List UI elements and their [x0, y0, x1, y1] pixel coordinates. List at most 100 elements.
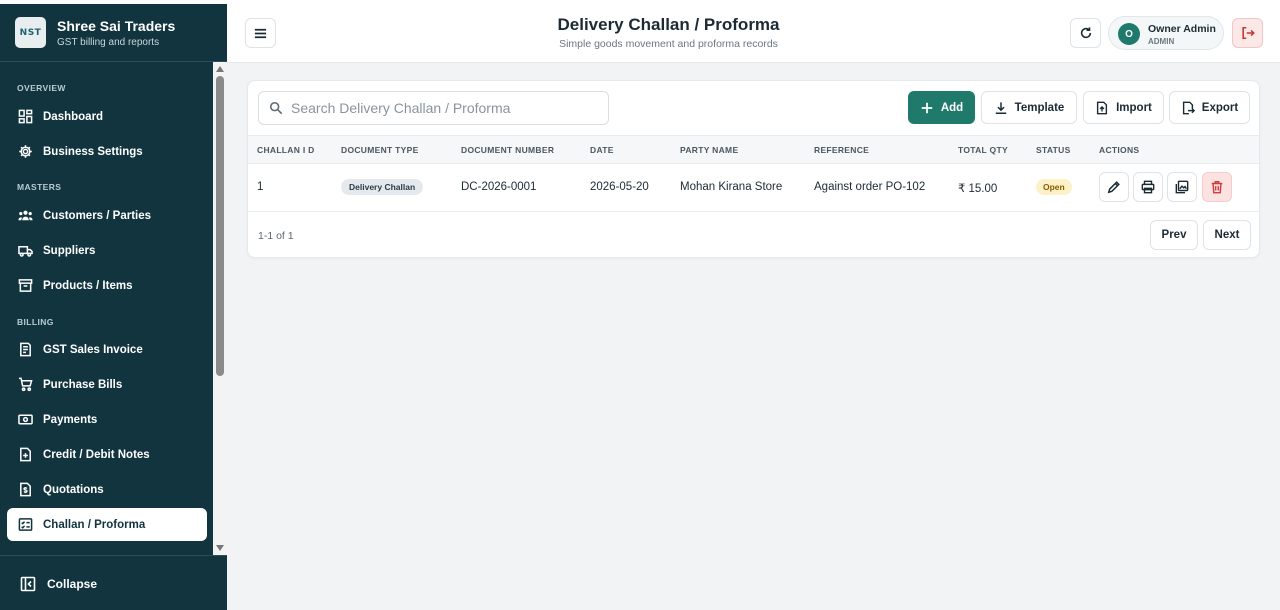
sidebar-item-label: Challan / Proforma [43, 518, 146, 531]
trash-icon [1211, 181, 1223, 194]
sidebar-item-purchase-bills[interactable]: Purchase Bills [7, 368, 207, 401]
checklist-icon [17, 517, 33, 533]
collapse-label: Collapse [47, 577, 98, 591]
search-icon [269, 101, 283, 115]
brand-name: Shree Sai Traders [57, 18, 176, 34]
table-header: CHALLAN I D DOCUMENT TYPE DOCUMENT NUMBE… [248, 135, 1259, 164]
invoice-icon [17, 342, 33, 358]
sidebar-item-customers[interactable]: Customers / Parties [7, 199, 207, 232]
sidebar-collapse-icon [20, 576, 36, 592]
avatar: O [1118, 23, 1140, 45]
cell-total-qty: ₹ 15.00 [958, 183, 998, 195]
sidebar-item-dashboard[interactable]: Dashboard [7, 100, 207, 133]
cart-icon [17, 377, 33, 393]
sidebar-item-label: Dashboard [43, 110, 104, 123]
cell-party-name: Mohan Kirana Store [680, 181, 783, 193]
sidebar-item-label: Payments [43, 413, 98, 426]
prev-page-button[interactable]: Prev [1150, 220, 1198, 250]
search-box[interactable] [258, 91, 609, 125]
sidebar-item-label: Customers / Parties [43, 209, 152, 222]
add-button[interactable]: Add [908, 91, 975, 124]
sidebar-item-challan-proforma[interactable]: Challan / Proforma [7, 508, 207, 541]
sidebar-item-products[interactable]: Products / Items [7, 269, 207, 302]
scroll-up-arrow-icon[interactable] [216, 66, 224, 72]
copy-button[interactable] [1167, 172, 1197, 202]
search-input[interactable] [291, 100, 591, 116]
edit-button[interactable] [1099, 172, 1129, 202]
truck-icon [17, 243, 33, 259]
sidebar-item-label: GST Sales Invoice [43, 343, 143, 356]
cash-icon [17, 412, 33, 428]
brand: NST Shree Sai Traders GST billing and re… [0, 0, 227, 62]
sidebar-scrollbar[interactable] [213, 62, 227, 555]
logout-button[interactable] [1232, 18, 1263, 48]
pencil-icon [1107, 181, 1120, 194]
template-button[interactable]: Template [981, 91, 1077, 124]
sidebar-item-credit-debit-notes[interactable]: Credit / Debit Notes [7, 438, 207, 471]
col-reference[interactable]: REFERENCE [814, 145, 869, 155]
brand-logo-text: NST [19, 27, 42, 38]
collapse-area: Collapse [0, 555, 227, 610]
sidebar-item-label: Suppliers [43, 244, 96, 257]
sidebar-item-suppliers[interactable]: Suppliers [7, 234, 207, 267]
archive-box-icon [17, 278, 33, 294]
brand-subtitle: GST billing and reports [57, 37, 160, 48]
top-header: Delivery Challan / Proforma Simple goods… [227, 0, 1280, 63]
users-icon [17, 208, 33, 224]
col-status[interactable]: STATUS [1036, 145, 1071, 155]
table-row: 1 Delivery Challan DC-2026-0001 2026-05-… [248, 164, 1259, 212]
export-button[interactable]: Export [1169, 91, 1250, 124]
refresh-icon [1080, 27, 1091, 39]
import-label: Import [1116, 101, 1152, 114]
col-actions: ACTIONS [1099, 145, 1140, 155]
user-role: ADMIN [1148, 37, 1175, 46]
scroll-down-arrow-icon[interactable] [216, 545, 224, 551]
copy-image-icon [1175, 180, 1189, 194]
refresh-button[interactable] [1070, 18, 1101, 48]
col-challan-id[interactable]: CHALLAN I D [257, 145, 315, 155]
note-plus-icon [17, 447, 33, 463]
delete-button[interactable] [1202, 172, 1232, 202]
section-masters: MASTERS [17, 182, 62, 192]
col-document-type[interactable]: DOCUMENT TYPE [341, 145, 419, 155]
download-icon [995, 101, 1006, 114]
printer-icon [1141, 180, 1155, 194]
sidebar-item-label: Products / Items [43, 279, 133, 292]
export-label: Export [1201, 101, 1239, 114]
user-name: Owner Admin [1148, 23, 1216, 35]
sidebar-item-label: Business Settings [43, 145, 143, 158]
scrollbar-thumb[interactable] [216, 76, 224, 376]
col-document-number[interactable]: DOCUMENT NUMBER [461, 145, 554, 155]
print-button[interactable] [1133, 172, 1163, 202]
pagination-summary: 1-1 of 1 [258, 230, 294, 242]
gear-icon [17, 144, 33, 160]
logout-icon [1241, 26, 1255, 40]
dashboard-icon [17, 109, 33, 125]
page-subtitle: Simple goods movement and proforma recor… [559, 38, 778, 50]
template-label: Template [1014, 101, 1065, 114]
challan-list-card: Add Template Import Export CHALLAN I D D… [247, 80, 1260, 258]
sidebar-item-gst-sales-invoice[interactable]: GST Sales Invoice [7, 333, 207, 366]
sidebar-item-label: Purchase Bills [43, 378, 123, 391]
quotation-icon [17, 482, 33, 498]
file-upload-icon [1097, 101, 1108, 114]
section-billing: BILLING [17, 317, 54, 327]
cell-document-number: DC-2026-0001 [461, 181, 537, 193]
cell-reference: Against order PO-102 [814, 181, 926, 193]
col-total-qty[interactable]: TOTAL QTY [958, 145, 1008, 155]
cell-date: 2026-05-20 [590, 181, 649, 193]
col-party-name[interactable]: PARTY NAME [680, 145, 738, 155]
section-overview: OVERVIEW [17, 83, 66, 93]
cell-challan-id: 1 [257, 181, 264, 193]
col-date[interactable]: DATE [590, 145, 614, 155]
sidebar-item-payments[interactable]: Payments [7, 403, 207, 436]
sidebar-item-label: Credit / Debit Notes [43, 448, 150, 461]
sidebar-item-quotations[interactable]: Quotations [7, 473, 207, 506]
import-button[interactable]: Import [1083, 91, 1164, 124]
file-export-icon [1182, 101, 1195, 114]
next-page-button[interactable]: Next [1203, 220, 1251, 250]
user-menu[interactable]: O Owner Admin ADMIN [1108, 16, 1224, 50]
sidebar-item-label: Quotations [43, 483, 104, 496]
collapse-button[interactable]: Collapse [20, 576, 97, 592]
sidebar-item-business-settings[interactable]: Business Settings [7, 135, 207, 168]
